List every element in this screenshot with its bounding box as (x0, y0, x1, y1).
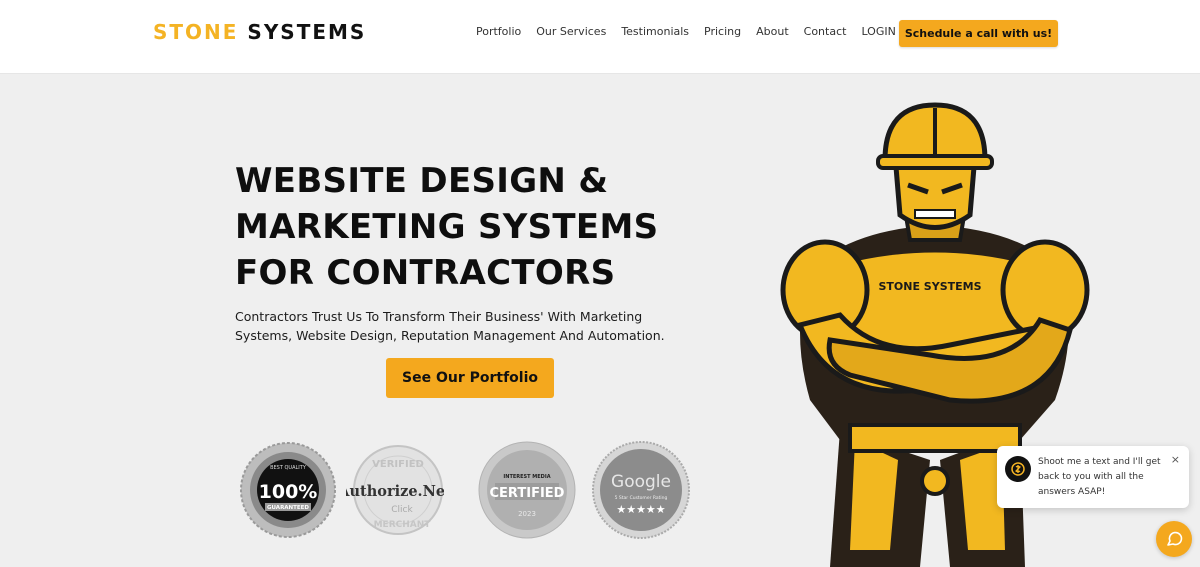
nav-testimonials[interactable]: Testimonials (621, 25, 689, 38)
hero-title-line: FOR CONTRACTORS (235, 253, 616, 293)
chat-message-line: Shoot me a text and I'll get (1038, 457, 1161, 467)
hero-subtitle-line: Systems, Website Design, Reputation Mana… (235, 328, 665, 343)
see-portfolio-button[interactable]: See Our Portfolio (386, 358, 554, 398)
badge-main-text: Authorize.Net (346, 483, 444, 500)
chat-message-line: answers ASAP! (1038, 487, 1106, 497)
chat-avatar (1005, 456, 1031, 482)
nav-about[interactable]: About (756, 25, 789, 38)
nav-our-services[interactable]: Our Services (536, 25, 606, 38)
chat-message: Shoot me a text and I'll get back to you… (1038, 455, 1168, 500)
badge-sub-text: 5 Star Customer Rating (615, 495, 668, 501)
hero-title-line: MARKETING SYSTEMS (235, 207, 659, 247)
authorize-net-seal-icon: VERIFIED Authorize.Net Click MERCHANT (346, 445, 444, 535)
google-rating-badge: Google 5 Star Customer Rating ★★★★★ (592, 441, 690, 539)
brand-mark-icon (1011, 462, 1025, 476)
brand-logo-part2: SYSTEMS (247, 20, 367, 44)
chat-icon (1167, 531, 1183, 546)
main-nav: Portfolio Our Services Testimonials Pric… (476, 25, 896, 38)
badge-main-text: CERTIFIED (490, 486, 565, 501)
interest-media-badge: INTEREST MEDIA CERTIFIED 2023 (478, 441, 576, 539)
close-icon[interactable]: × (1171, 453, 1180, 466)
badge-sub-text: Click (391, 505, 413, 515)
schedule-call-button[interactable]: Schedule a call with us! (899, 20, 1058, 47)
interest-media-seal-icon: INTEREST MEDIA CERTIFIED 2023 (478, 441, 576, 539)
badge-bottom-text: 2023 (518, 510, 536, 518)
brand-logo[interactable]: STONE SYSTEMS (153, 20, 366, 46)
hero-subtitle-line: Contractors Trust Us To Transform Their … (235, 309, 643, 324)
badge-top-text: INTEREST MEDIA (503, 474, 550, 480)
badge-bottom-text: GUARANTEED (267, 505, 309, 511)
brand-logo-part1: STONE (153, 20, 239, 44)
authorize-net-badge: VERIFIED Authorize.Net Click MERCHANT (346, 441, 444, 539)
badge-stars: ★★★★★ (616, 503, 665, 516)
chat-prompt-bubble[interactable]: Shoot me a text and I'll get back to you… (997, 446, 1189, 508)
chat-message-line: back to you with all the (1038, 472, 1144, 482)
nav-contact[interactable]: Contact (804, 25, 847, 38)
google-seal-icon: Google 5 Star Customer Rating ★★★★★ (592, 441, 690, 539)
badge-bottom-text: MERCHANT (374, 520, 432, 530)
hero-title-line: WEBSITE DESIGN & (235, 161, 609, 201)
badge-main-text: 100% (259, 481, 318, 503)
nav-pricing[interactable]: Pricing (704, 25, 741, 38)
nav-login[interactable]: LOGIN (861, 25, 895, 38)
nav-portfolio[interactable]: Portfolio (476, 25, 521, 38)
hero-subtitle: Contractors Trust Us To Transform Their … (235, 307, 715, 345)
badge-main-text: Google (611, 472, 671, 492)
site-header: STONE SYSTEMS Portfolio Our Services Tes… (0, 0, 1200, 74)
hero-title: WEBSITE DESIGN & MARKETING SYSTEMS FOR C… (235, 158, 755, 296)
guarantee-seal-badge: BEST QUALITY 100% GUARANTEED (239, 441, 337, 539)
badge-top-text: VERIFIED (372, 459, 424, 470)
guarantee-seal-icon: BEST QUALITY 100% GUARANTEED (240, 442, 336, 538)
chat-launcher-button[interactable] (1156, 521, 1192, 557)
badge-top-text: BEST QUALITY (270, 465, 307, 471)
mascot-chest-text: STONE SYSTEMS (878, 280, 981, 293)
